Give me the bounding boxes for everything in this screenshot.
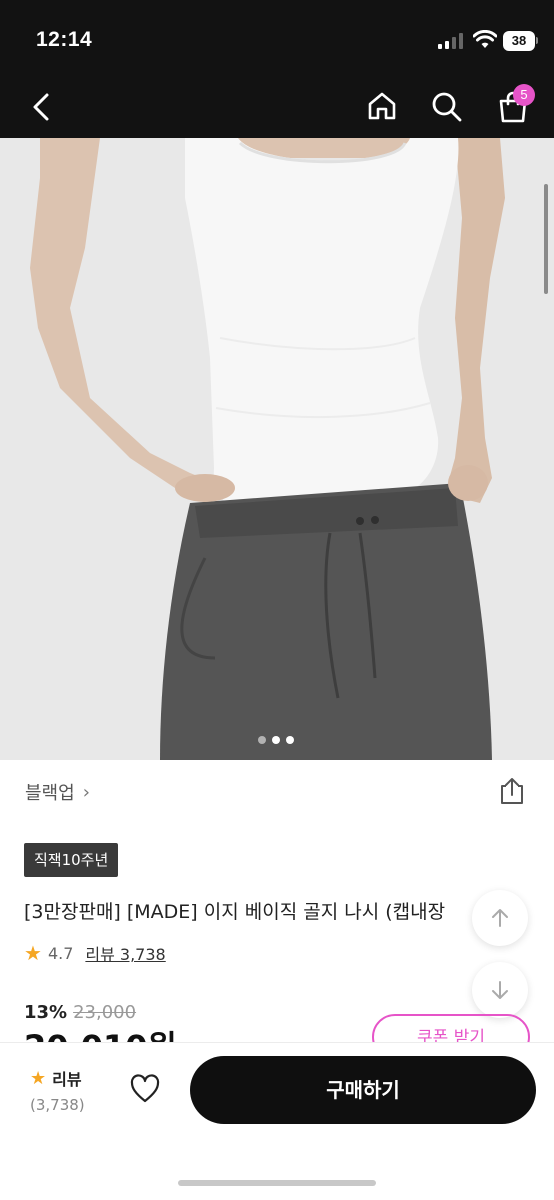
signal-icon (438, 33, 463, 49)
original-price: 23,000 (73, 1002, 137, 1023)
scroll-top-button[interactable] (472, 890, 528, 946)
rating-row: ★ 4.7 리뷰 3,738 (24, 941, 166, 965)
brand-name: 블랙업 (25, 783, 75, 804)
star-icon: ★ (24, 941, 42, 965)
arrow-up-icon (492, 909, 508, 927)
buy-button[interactable]: 구매하기 (190, 1056, 536, 1124)
home-icon[interactable] (366, 90, 398, 122)
image-scrollbar[interactable] (544, 184, 548, 294)
review-link[interactable]: 리뷰 3,738 (85, 941, 165, 965)
price-row: 13% 23,000 (24, 1002, 136, 1023)
product-title: [3만장판매] [MADE] 이지 베이직 골지 나시 (캡내장 (24, 901, 446, 923)
gallery-dot[interactable] (286, 736, 294, 744)
nav-bar (0, 80, 554, 138)
discount-rate: 13% (24, 1002, 68, 1023)
sale-price: 20,010원 (24, 1030, 224, 1042)
back-icon[interactable] (28, 92, 54, 122)
product-photo (0, 138, 554, 760)
gallery-dot-active[interactable] (272, 736, 280, 744)
battery-tip (536, 37, 538, 44)
gallery-dots (258, 736, 294, 746)
share-icon[interactable] (498, 776, 526, 806)
sale-price-clip: 20,010원 (24, 1030, 224, 1042)
status-bar: 12:14 38 (0, 0, 554, 80)
wifi-icon (473, 30, 497, 48)
scroll-bottom-button[interactable] (472, 962, 528, 1018)
search-icon[interactable] (431, 91, 463, 123)
promo-badge: 직잭10주년 (24, 843, 119, 877)
review-label: 리뷰 (52, 1070, 82, 1089)
heart-icon[interactable] (129, 1074, 161, 1104)
chevron-right-icon: › (82, 781, 90, 803)
coupon-button[interactable]: 쿠폰 받기 (372, 1014, 530, 1042)
review-count: (3,738) (30, 1096, 85, 1114)
brand-link[interactable]: 블랙업 › (25, 779, 90, 805)
rating-score: 4.7 (47, 943, 74, 963)
status-time: 12:14 (36, 28, 93, 51)
star-icon: ★ (30, 1067, 47, 1089)
gallery-dot[interactable] (258, 736, 266, 744)
cart-count-badge: 5 (513, 84, 535, 106)
product-image[interactable] (0, 138, 554, 760)
battery-indicator: 38 (503, 31, 535, 51)
home-indicator (178, 1180, 376, 1186)
coupon-clip: 쿠폰 받기 (372, 1014, 532, 1042)
arrow-down-icon (492, 981, 508, 999)
review-summary[interactable]: ★ 리뷰 (30, 1066, 82, 1090)
